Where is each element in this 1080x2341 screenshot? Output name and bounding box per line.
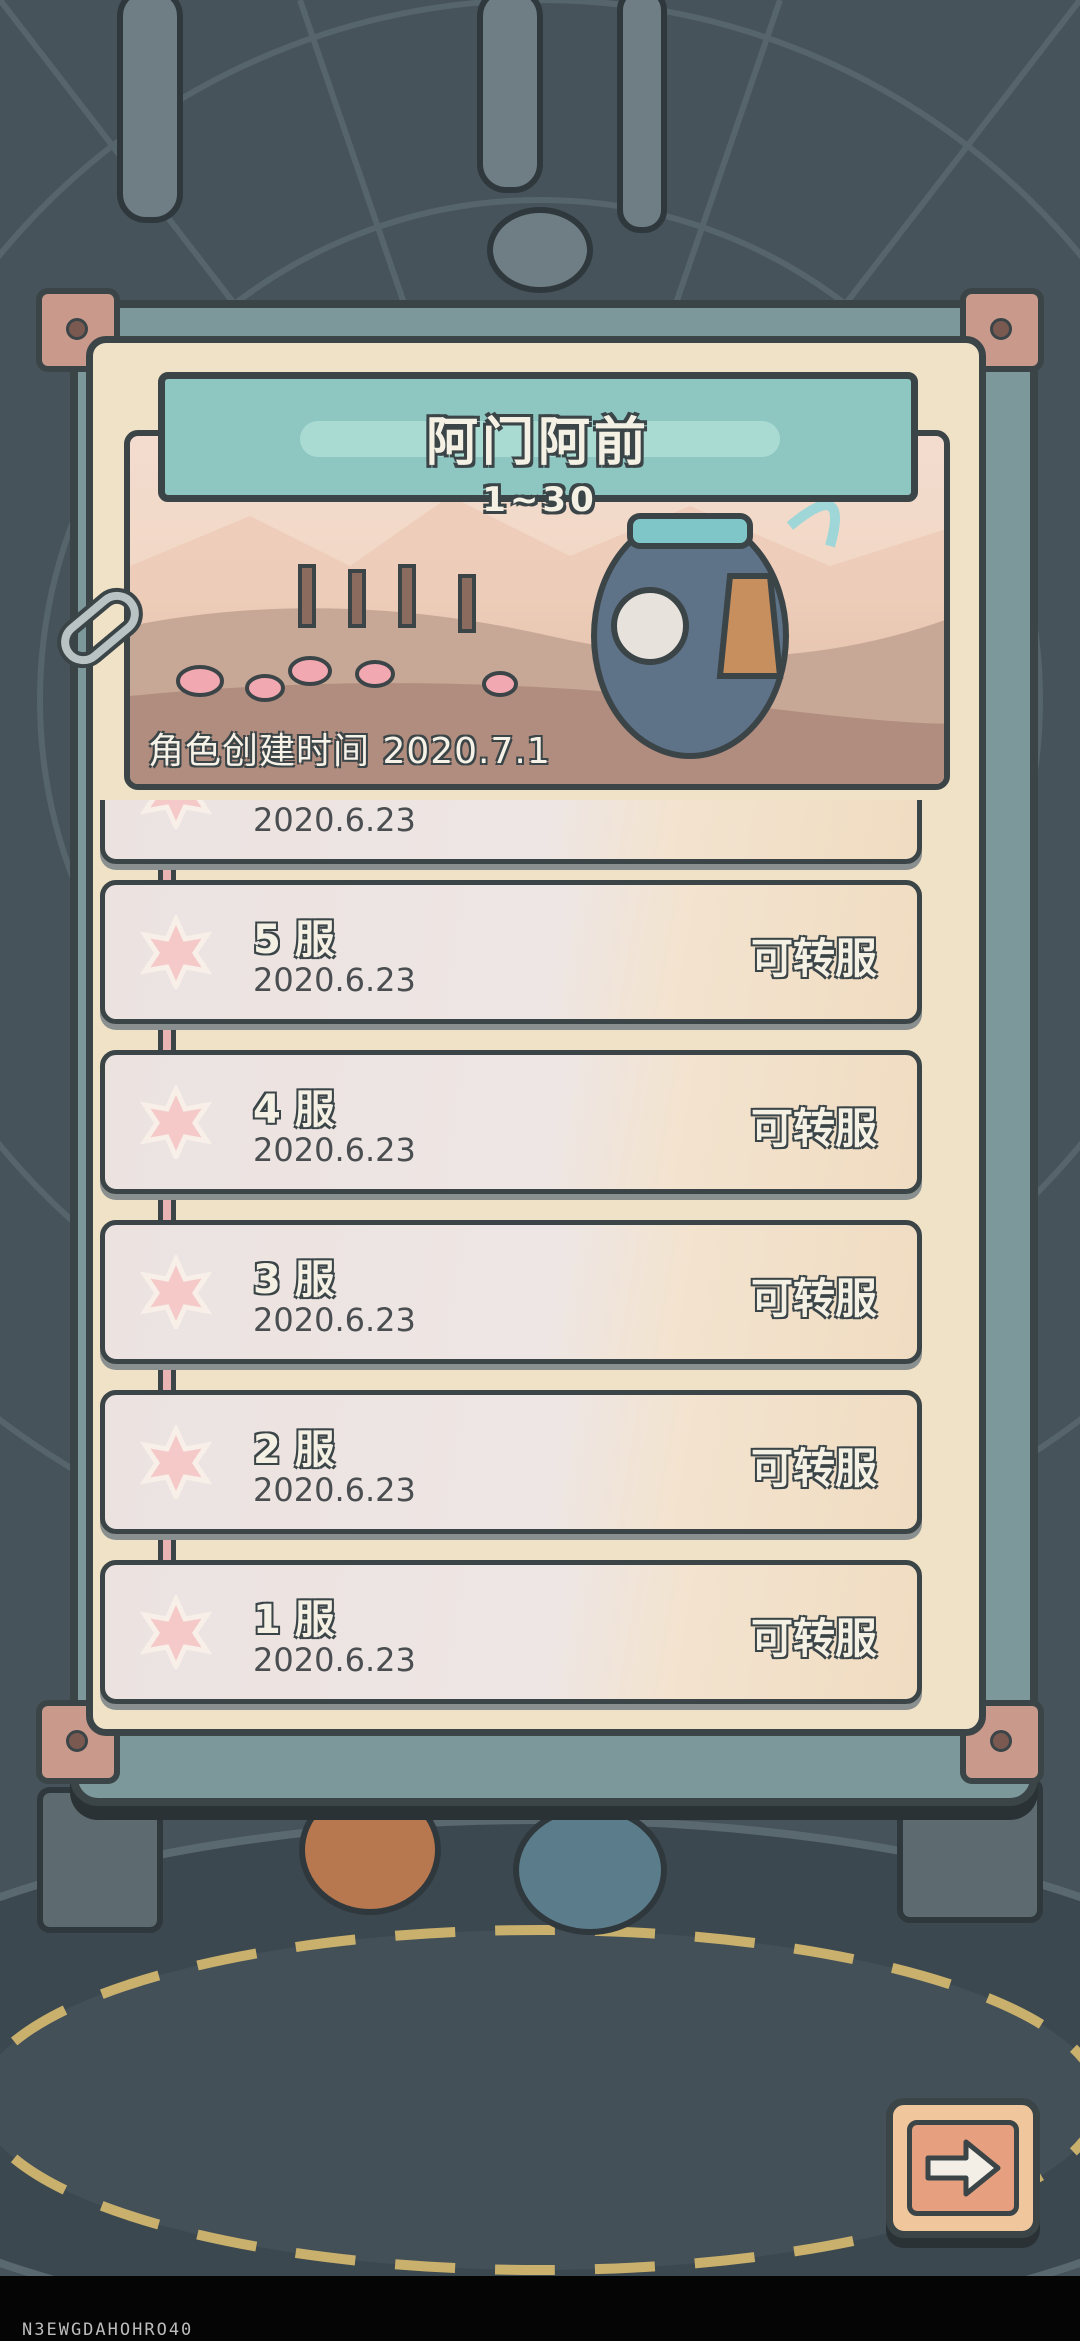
server-open-date: 2020.6.23	[253, 1131, 416, 1169]
timeline-star-icon	[139, 800, 213, 829]
device-id-label: N3EWGDAHOHRO40	[22, 2320, 194, 2340]
server-open-date: 2020.6.23	[253, 1641, 416, 1679]
server-open-date: 2020.6.23	[253, 961, 416, 999]
server-row[interactable]: 4 服 2020.6.23 可转服	[100, 1050, 922, 1194]
server-name: 2 服	[253, 1427, 335, 1473]
level-range-label: 1~30	[482, 480, 598, 520]
server-name: 4 服	[253, 1087, 335, 1133]
character-creation-time: 角色创建时间 2020.7.1	[148, 731, 551, 772]
server-row[interactable]: 3 服 2020.6.23 可转服	[100, 1220, 922, 1364]
server-open-date: 2020.6.23	[253, 1301, 416, 1339]
next-button[interactable]	[886, 2098, 1040, 2238]
timeline-star-icon	[139, 1255, 213, 1329]
server-name: 1 服	[253, 1597, 335, 1643]
server-open-date: 2020.6.23	[253, 801, 416, 839]
transfer-server-button[interactable]: 可转服	[751, 1605, 877, 1666]
transfer-server-button[interactable]: 可转服	[751, 1435, 877, 1496]
server-list[interactable]: 2020.6.23 5 服 2020.6.23 可转服 4 服 2020.6.2…	[96, 800, 976, 1710]
server-row[interactable]: 2020.6.23	[100, 800, 922, 864]
server-row[interactable]: 5 服 2020.6.23 可转服	[100, 880, 922, 1024]
chain-link-icon	[57, 587, 143, 669]
timeline-star-icon	[139, 1085, 213, 1159]
server-row[interactable]: 1 服 2020.6.23 可转服	[100, 1560, 922, 1704]
server-name: 5 服	[253, 917, 335, 963]
server-open-date: 2020.6.23	[253, 1471, 416, 1509]
timeline-star-icon	[139, 915, 213, 989]
next-button-face	[907, 2120, 1019, 2216]
transfer-server-button[interactable]: 可转服	[751, 1095, 877, 1156]
timeline-star-icon	[139, 1425, 213, 1499]
page-title: 阿门阿前	[425, 412, 650, 473]
arrow-right-icon	[925, 2139, 1001, 2197]
transfer-server-button[interactable]: 可转服	[751, 925, 877, 986]
timeline-star-icon	[139, 1595, 213, 1669]
server-row[interactable]: 2 服 2020.6.23 可转服	[100, 1390, 922, 1534]
transfer-server-button[interactable]: 可转服	[751, 1265, 877, 1326]
server-name: 3 服	[253, 1257, 335, 1303]
